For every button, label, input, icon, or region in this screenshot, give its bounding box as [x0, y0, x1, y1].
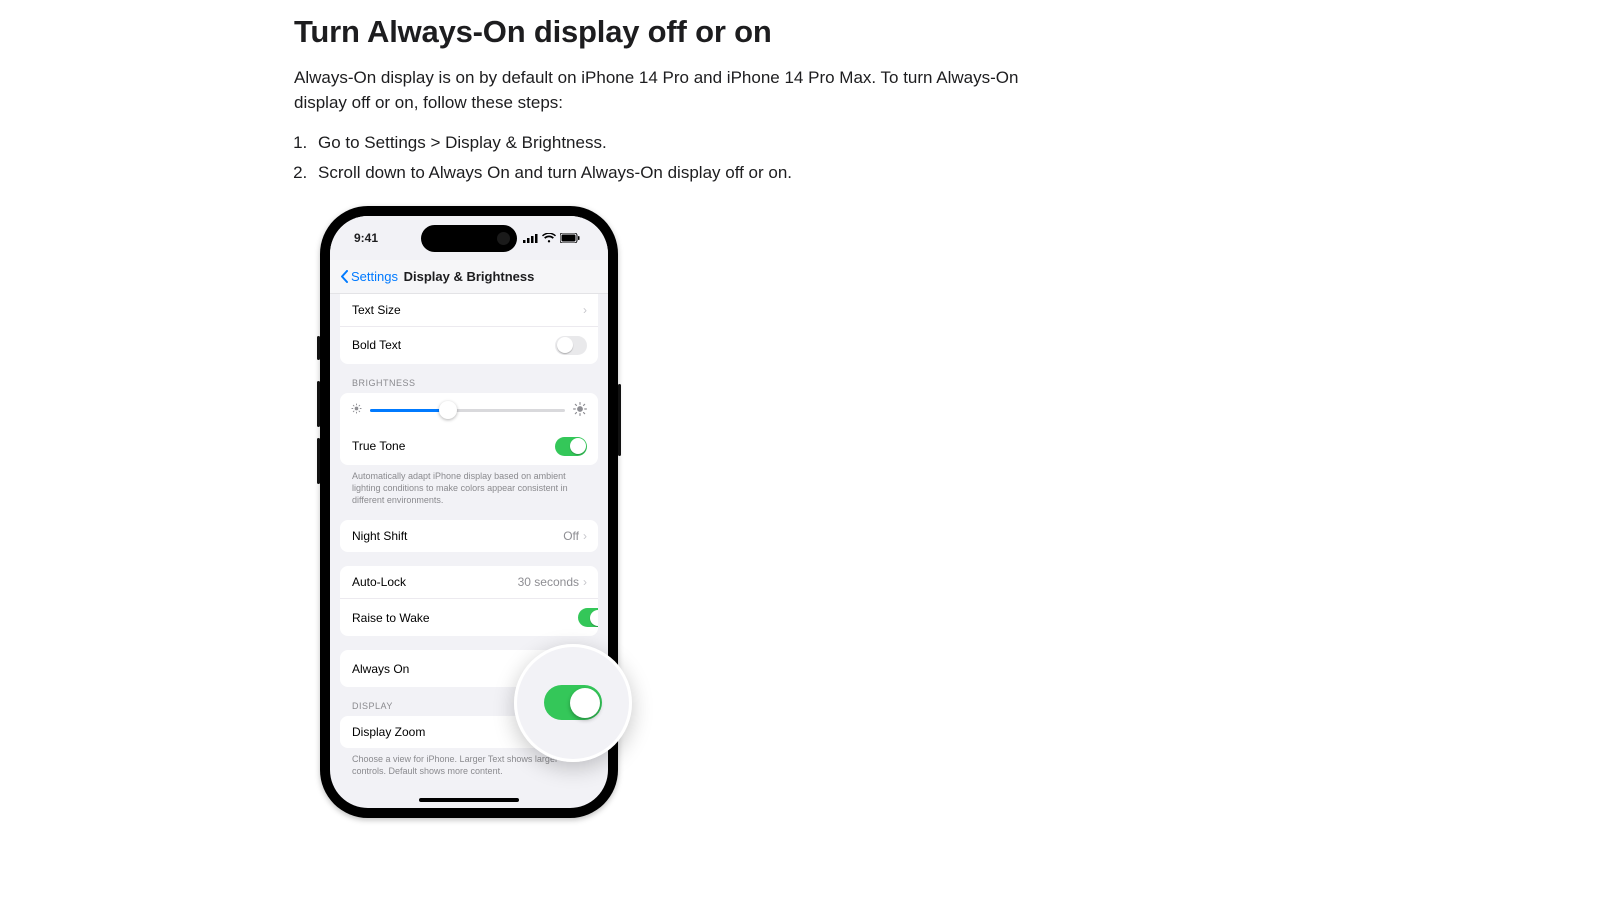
back-label: Settings	[351, 269, 398, 284]
chevron-left-icon	[340, 270, 348, 283]
article-intro: Always-On display is on by default on iP…	[294, 66, 1074, 116]
value-night-shift: Off	[563, 529, 579, 543]
value-auto-lock: 30 seconds	[518, 575, 579, 589]
row-true-tone[interactable]: True Tone	[340, 428, 598, 465]
nav-title: Display & Brightness	[404, 269, 535, 284]
chevron-right-icon: ›	[583, 303, 587, 317]
label-night-shift: Night Shift	[352, 529, 407, 543]
sun-small-icon	[351, 403, 362, 417]
chevron-right-icon: ›	[583, 575, 587, 589]
back-button[interactable]: Settings	[340, 269, 398, 284]
label-auto-lock: Auto-Lock	[352, 575, 406, 589]
label-bold-text: Bold Text	[352, 338, 401, 352]
sun-large-icon	[573, 402, 587, 419]
article-steps: Go to Settings > Display & Brightness. S…	[312, 128, 1074, 188]
article-heading: Turn Always-On display off or on	[294, 14, 1074, 50]
dynamic-island-icon	[421, 225, 517, 252]
side-button-icon	[317, 381, 320, 427]
toggle-always-on-zoom	[544, 685, 602, 720]
chevron-right-icon: ›	[583, 529, 587, 543]
toggle-bold-text[interactable]	[555, 336, 587, 355]
row-auto-lock[interactable]: Auto-Lock 30 seconds ›	[340, 566, 598, 598]
row-text-size[interactable]: Text Size ›	[340, 294, 598, 326]
home-indicator-icon	[419, 798, 519, 802]
label-text-size: Text Size	[352, 303, 401, 317]
step-2: Scroll down to Always On and turn Always…	[312, 158, 1074, 188]
toggle-true-tone[interactable]	[555, 437, 587, 456]
label-display-zoom: Display Zoom	[352, 725, 425, 739]
side-button-icon	[317, 336, 320, 360]
row-raise-to-wake[interactable]: Raise to Wake	[340, 598, 598, 636]
status-time: 9:41	[354, 231, 378, 245]
side-button-icon	[317, 438, 320, 484]
row-brightness-slider[interactable]	[340, 393, 598, 428]
row-bold-text[interactable]: Bold Text	[340, 326, 598, 364]
wifi-icon	[542, 233, 556, 243]
battery-icon	[560, 233, 580, 243]
section-brightness: BRIGHTNESS	[352, 378, 586, 388]
step-1: Go to Settings > Display & Brightness.	[312, 128, 1074, 158]
nav-bar: Settings Display & Brightness	[330, 260, 608, 294]
cellular-icon	[523, 233, 538, 243]
note-true-tone: Automatically adapt iPhone display based…	[352, 470, 586, 506]
row-night-shift[interactable]: Night Shift Off ›	[340, 520, 598, 552]
label-raise-to-wake: Raise to Wake	[352, 611, 430, 625]
zoom-callout	[514, 644, 632, 762]
label-always-on: Always On	[352, 662, 409, 676]
toggle-raise-to-wake[interactable]	[578, 608, 598, 627]
brightness-slider[interactable]	[370, 409, 565, 412]
side-button-icon	[618, 384, 621, 456]
label-true-tone: True Tone	[352, 439, 405, 453]
